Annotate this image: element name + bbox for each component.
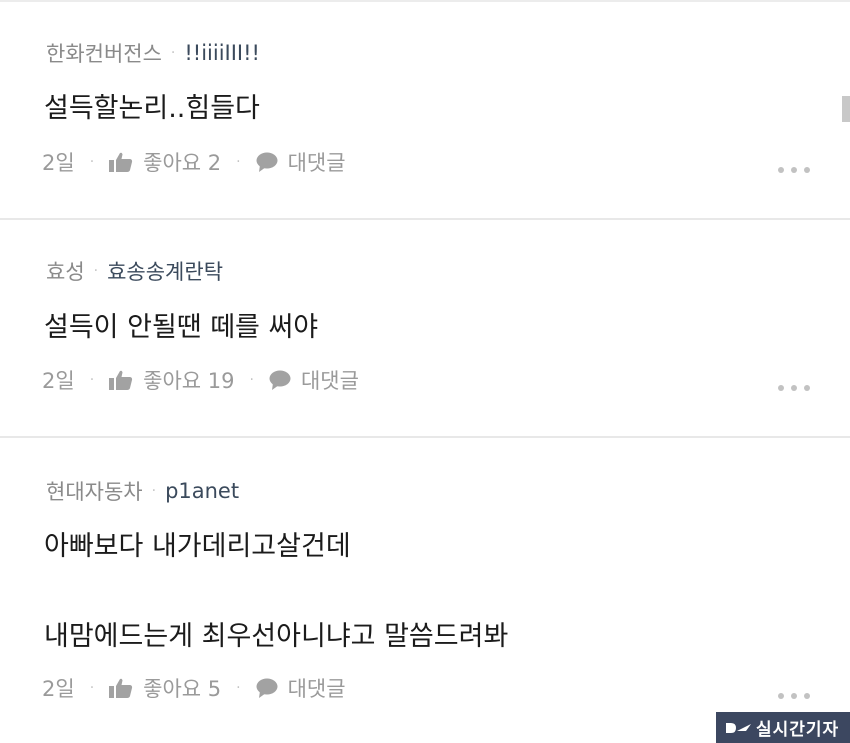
comment-actions: 2일 · 좋아요 2 · 대댓글 <box>42 148 346 176</box>
nickname[interactable]: 효송송계란탁 <box>107 256 223 286</box>
reply-button[interactable]: 대댓글 <box>256 673 346 703</box>
more-dots-icon <box>778 167 784 173</box>
comment-divider <box>0 218 850 220</box>
more-options-button[interactable] <box>778 382 810 394</box>
separator-dot: · <box>89 372 95 388</box>
nickname[interactable]: !!iiiiIII!! <box>184 41 260 65</box>
top-divider <box>0 0 850 2</box>
comment-body: 설득할논리..힘들다 <box>44 93 260 124</box>
more-options-button[interactable] <box>778 690 810 702</box>
like-button[interactable]: 좋아요 2 <box>109 147 221 177</box>
reply-label: 대댓글 <box>287 677 346 701</box>
reply-button[interactable]: 대댓글 <box>256 147 346 177</box>
comment-actions: 2일 · 좋아요 5 · 대댓글 <box>42 674 346 702</box>
separator-dot: · <box>236 680 241 696</box>
separator-dot: · <box>151 483 157 499</box>
more-dots-icon <box>804 167 810 173</box>
comment-divider <box>0 436 850 438</box>
nickname[interactable]: p1anet <box>165 479 239 503</box>
company-name: 한화컨버전스 <box>46 42 162 66</box>
separator-dot: · <box>236 154 241 170</box>
more-options-button[interactable] <box>778 164 810 176</box>
comment-meta: 현대자동차 · p1anet <box>46 478 239 504</box>
comment-body-line: 아빠보다 내가데리고살건데 <box>44 531 351 562</box>
more-dots-icon <box>778 385 784 391</box>
watermark-logo-icon <box>724 719 752 737</box>
comment-body-line: 내맘에드는게 최우선아니냐고 말씀드려봐 <box>44 621 509 652</box>
comment-time: 2일 <box>42 369 75 393</box>
more-dots-icon <box>778 693 784 699</box>
comment-body: 설득이 안될땐 떼를 써야 <box>44 312 319 343</box>
watermark-text: 실시간기자 <box>756 720 840 740</box>
company-name: 효성 <box>46 260 85 284</box>
separator-dot: · <box>89 680 95 696</box>
comment-time: 2일 <box>42 677 75 701</box>
company-name: 현대자동차 <box>46 480 143 504</box>
thumbs-up-icon <box>109 678 133 698</box>
separator-dot: · <box>249 372 254 388</box>
separator-dot: · <box>89 154 95 170</box>
like-count: 좋아요 19 <box>143 369 235 393</box>
comment-meta: 효성 · 효송송계란탁 <box>46 258 223 284</box>
reply-button[interactable]: 대댓글 <box>269 365 359 395</box>
like-count: 좋아요 5 <box>143 677 222 701</box>
thumbs-up-icon <box>109 370 133 390</box>
more-dots-icon <box>804 385 810 391</box>
like-count: 좋아요 2 <box>143 151 222 175</box>
more-dots-icon <box>791 693 797 699</box>
scrollbar-thumb[interactable] <box>842 96 850 122</box>
watermark: 실시간기자 <box>716 712 850 743</box>
more-dots-icon <box>804 693 810 699</box>
thumbs-up-icon <box>109 152 133 172</box>
comment-time: 2일 <box>42 151 75 175</box>
like-button[interactable]: 좋아요 19 <box>109 365 235 395</box>
reply-label: 대댓글 <box>300 369 359 393</box>
reply-label: 대댓글 <box>287 151 346 175</box>
speech-bubble-icon <box>269 370 291 390</box>
comment-actions: 2일 · 좋아요 19 · 대댓글 <box>42 366 359 394</box>
separator-dot: · <box>93 263 99 279</box>
speech-bubble-icon <box>256 678 278 698</box>
like-button[interactable]: 좋아요 5 <box>109 673 221 703</box>
comment-meta: 한화컨버전스 · !!iiiiIII!! <box>46 40 260 66</box>
more-dots-icon <box>791 385 797 391</box>
more-dots-icon <box>791 167 797 173</box>
speech-bubble-icon <box>256 152 278 172</box>
separator-dot: · <box>170 45 176 61</box>
